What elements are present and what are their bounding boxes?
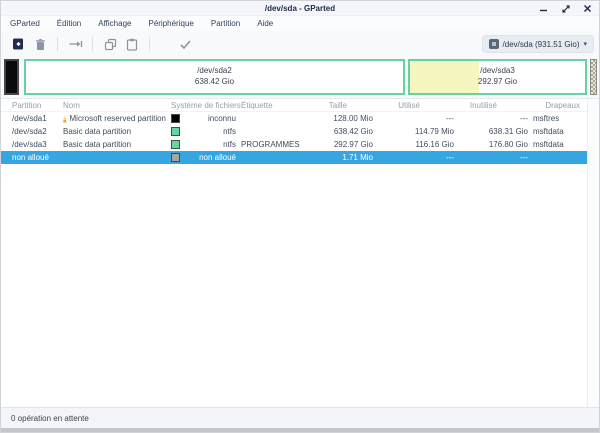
menu-aide[interactable]: Aide	[256, 18, 274, 29]
statusbar: 0 opération en attente	[1, 407, 599, 429]
cell-used: ---	[375, 153, 456, 162]
menubar: GParted Édition Affichage Périphérique P…	[1, 16, 599, 31]
paste-button[interactable]	[121, 34, 143, 54]
disk-segment-sda2[interactable]: /dev/sda2 638.42 Gio	[24, 59, 405, 95]
col-partition[interactable]: Partition	[1, 101, 61, 110]
restore-button[interactable]	[560, 3, 571, 14]
table-row-sda1[interactable]: /dev/sda1 ! Microsoft reserved partition…	[1, 112, 589, 125]
menu-peripherique[interactable]: Périphérique	[147, 18, 194, 29]
segment-device: /dev/sda3	[480, 66, 515, 77]
checkmark-icon	[179, 39, 192, 50]
cell-unused: ---	[456, 114, 530, 123]
col-nom[interactable]: Nom	[61, 101, 166, 110]
gparted-window: /dev/sda - GParted GParted Édi	[0, 0, 600, 433]
cell-filesystem: ntfs	[184, 140, 236, 149]
menu-affichage[interactable]: Affichage	[97, 18, 132, 29]
cell-size: 128.00 Mio	[308, 114, 375, 123]
device-selector-label: /dev/sda (931.51 Gio)	[503, 40, 580, 49]
cell-filesystem: inconnu	[184, 114, 236, 123]
cell-used: ---	[375, 114, 456, 123]
segment-device: /dev/sda2	[197, 66, 232, 77]
cell-label: PROGRAMMES	[236, 140, 308, 149]
cell-unused: 176.80 Gio	[456, 140, 530, 149]
cell-size: 1.71 Mio	[308, 153, 375, 162]
cell-name: Microsoft reserved partition	[70, 114, 166, 123]
cell-name: Basic data partition	[63, 127, 131, 136]
new-partition-button[interactable]	[7, 34, 29, 54]
cell-used: 116.16 Gio	[375, 140, 456, 149]
toolbar: /dev/sda (931.51 Gio) ▾	[1, 31, 599, 57]
cell-partition: /dev/sda1	[1, 114, 61, 123]
cell-unused: 638.31 Gio	[456, 127, 530, 136]
toolbar-separator	[57, 37, 58, 51]
cell-flags: msftres	[530, 114, 589, 123]
close-button[interactable]	[582, 3, 593, 14]
col-filesystem[interactable]: Système de fichiers	[166, 101, 236, 110]
col-drapeaux[interactable]: Drapeaux	[530, 101, 589, 110]
table-row-sda3[interactable]: /dev/sda3 Basic data partition ntfs PROG…	[1, 138, 589, 151]
window-title: /dev/sda - GParted	[265, 4, 335, 13]
pending-operations-status: 0 opération en attente	[11, 414, 89, 423]
cell-partition: non alloué	[1, 153, 61, 162]
trash-icon	[34, 38, 47, 51]
paste-icon	[126, 38, 138, 51]
table-row-unallocated[interactable]: non alloué non alloué 1.71 Mio --- ---	[1, 151, 589, 164]
segment-size: 638.42 Gio	[195, 77, 234, 88]
disk-segment-sda3[interactable]: /dev/sda3 292.97 Gio	[408, 59, 587, 95]
new-partition-icon	[11, 37, 25, 51]
cell-size: 638.42 Gio	[308, 127, 375, 136]
table-row-sda2[interactable]: /dev/sda2 Basic data partition ntfs 638.…	[1, 125, 589, 138]
col-inutilise[interactable]: Inutilisé	[456, 101, 530, 110]
device-selector[interactable]: /dev/sda (931.51 Gio) ▾	[482, 35, 594, 53]
drive-icon	[489, 39, 499, 49]
disk-segment-sda1[interactable]	[4, 59, 19, 95]
disk-visual-bar: /dev/sda2 638.42 Gio /dev/sda3 292.97 Gi…	[1, 57, 599, 99]
fs-color-swatch	[171, 114, 180, 123]
toolbar-separator	[149, 37, 150, 51]
cell-filesystem: ntfs	[184, 127, 236, 136]
chevron-down-icon: ▾	[583, 41, 587, 48]
resize-move-icon	[68, 38, 83, 50]
delete-partition-button[interactable]	[29, 34, 51, 54]
apply-operations-button[interactable]	[174, 34, 196, 54]
cell-partition: /dev/sda3	[1, 140, 61, 149]
menu-gparted[interactable]: GParted	[9, 18, 41, 29]
cell-unused: ---	[456, 153, 530, 162]
window-bottom-edge	[1, 428, 599, 432]
cell-partition: /dev/sda2	[1, 127, 61, 136]
fs-color-swatch	[171, 153, 180, 162]
cell-name: Basic data partition	[63, 140, 131, 149]
menu-edition[interactable]: Édition	[56, 18, 82, 29]
fs-color-swatch	[171, 140, 180, 149]
copy-icon	[104, 38, 117, 51]
partition-table: Partition Nom Système de fichiers Étique…	[1, 99, 589, 164]
cell-size: 292.97 Gio	[308, 140, 375, 149]
resize-move-button[interactable]	[64, 34, 86, 54]
toolbar-separator	[92, 37, 93, 51]
col-utilise[interactable]: Utilisé	[375, 101, 456, 110]
table-header: Partition Nom Système de fichiers Étique…	[1, 99, 589, 112]
menu-partition[interactable]: Partition	[210, 18, 241, 29]
disk-segment-unallocated[interactable]	[590, 59, 597, 95]
segment-size: 292.97 Gio	[478, 77, 517, 88]
copy-button[interactable]	[99, 34, 121, 54]
col-taille[interactable]: Taille	[308, 101, 375, 110]
cell-used: 114.79 Mio	[375, 127, 456, 136]
titlebar: /dev/sda - GParted	[1, 1, 599, 16]
fs-color-swatch	[171, 127, 180, 136]
table-scrollbar[interactable]	[587, 99, 599, 407]
cell-filesystem: non alloué	[184, 153, 236, 162]
cell-flags: msftdata	[530, 140, 589, 149]
window-controls	[538, 1, 593, 16]
minimize-button[interactable]	[538, 3, 549, 14]
col-etiquette[interactable]: Étiquette	[236, 101, 308, 110]
cell-flags: msftdata	[530, 127, 589, 136]
warning-icon: !	[63, 115, 67, 123]
